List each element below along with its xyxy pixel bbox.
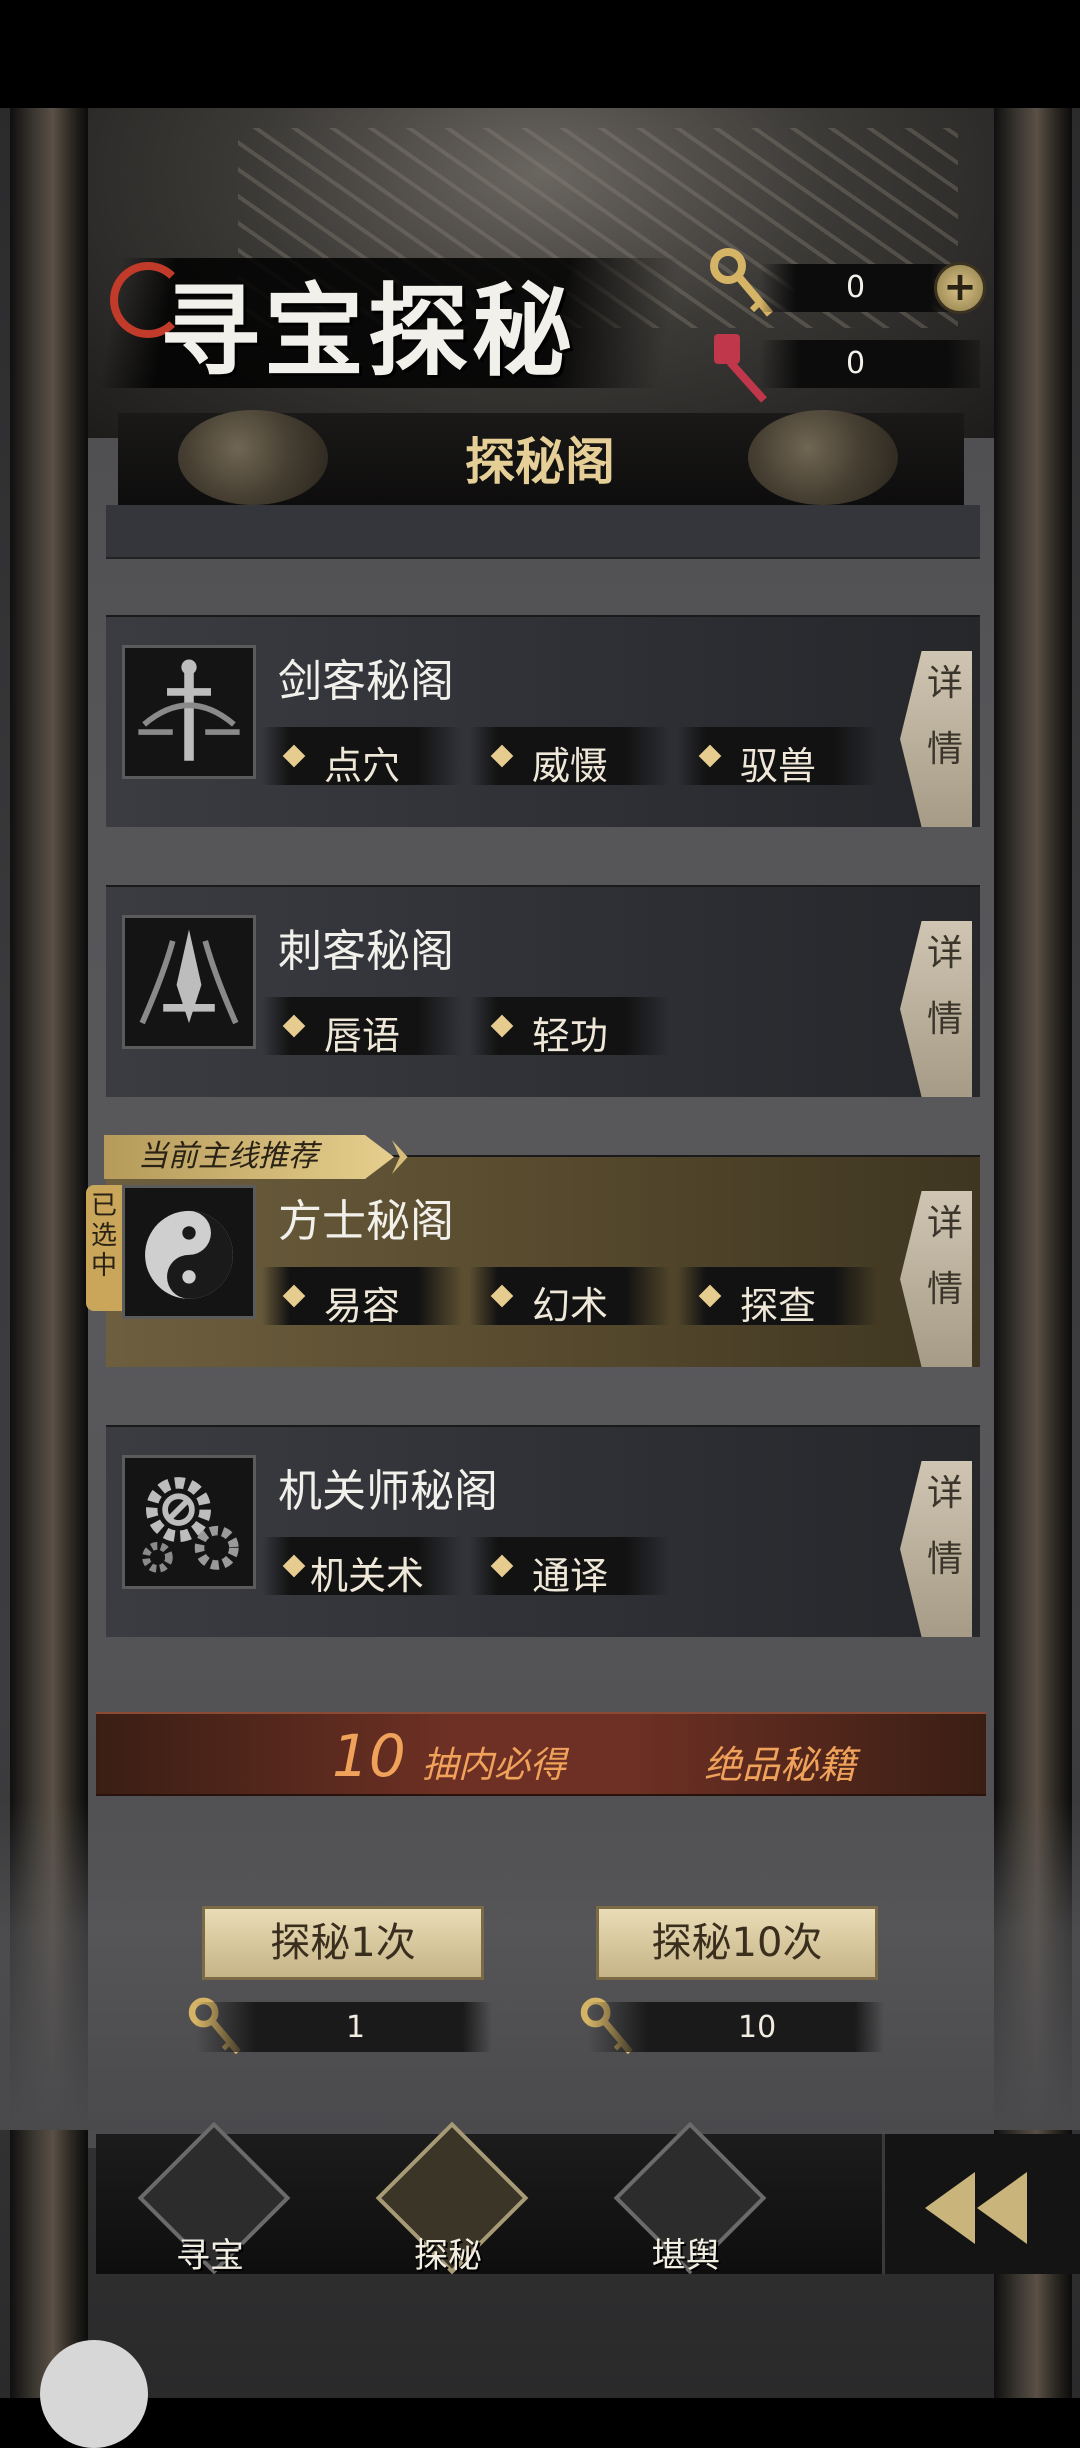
tag-item: 点穴 — [262, 727, 462, 788]
tag-label: 驭兽 — [740, 744, 817, 788]
detail-label-1: 详 — [926, 1473, 963, 1514]
gold-key-count: 0 — [846, 270, 866, 305]
chevron-left-icon — [977, 2172, 1027, 2244]
dagger-emblem-icon — [122, 915, 256, 1049]
tag-item: 驭兽 — [678, 727, 878, 788]
draw-ten-button[interactable]: 探秘10次 — [596, 1906, 878, 1980]
tag-label: 轻功 — [532, 1014, 609, 1058]
tag-item: 威慑 — [470, 727, 670, 788]
tag-label: 机关术 — [310, 1554, 425, 1598]
tag-item: 幻术 — [470, 1267, 670, 1328]
card-title: 刺客秘阁 — [278, 926, 454, 977]
red-key-count: 0 — [846, 346, 866, 381]
mist-background — [0, 1800, 1080, 2130]
yin-yang-icon — [122, 1185, 256, 1319]
tag-label: 点穴 — [324, 744, 401, 788]
add-keys-button[interactable]: + — [934, 262, 986, 314]
tag-label: 威慑 — [532, 744, 609, 788]
red-key-bar — [760, 340, 980, 388]
detail-label-1: 详 — [926, 1203, 963, 1244]
detail-button[interactable]: 详情 — [900, 1461, 972, 1637]
detail-label-2: 情 — [926, 1539, 963, 1580]
tag-item: 探查 — [678, 1267, 878, 1328]
nav-tab-geomancy[interactable]: 堪舆 — [606, 2121, 767, 2286]
diamond-icon — [282, 1554, 306, 1578]
tag-item: 易容 — [262, 1267, 462, 1328]
diamond-icon — [698, 744, 722, 768]
detail-label-1: 详 — [926, 663, 963, 704]
banner-number: 10 — [332, 1722, 406, 1790]
tag-label: 易容 — [324, 1284, 401, 1328]
detail-label-2: 情 — [926, 729, 963, 770]
card-mechanist[interactable]: 机关师秘阁 机关术 通译 详情 — [106, 1425, 980, 1637]
page-title: 寻宝探秘 — [160, 272, 576, 390]
detail-label-2: 情 — [926, 999, 963, 1040]
banner-reward: 绝品秘籍 — [704, 1743, 857, 1787]
card-title: 方士秘阁 — [278, 1196, 454, 1247]
draw-once-cost: 1 — [196, 2002, 492, 2052]
detail-label-2: 情 — [926, 1269, 963, 1310]
draw-ten-cost: 10 — [588, 2002, 884, 2052]
tag-item: 唇语 — [262, 997, 462, 1058]
tag-label: 探查 — [740, 1284, 817, 1328]
tag-label: 通译 — [532, 1554, 609, 1598]
detail-button[interactable]: 详情 — [900, 921, 972, 1097]
nav-label: 寻宝 — [176, 2236, 244, 2276]
nav-label: 探秘 — [414, 2236, 482, 2276]
draw-once-button[interactable]: 探秘1次 — [202, 1906, 484, 1980]
gears-icon — [122, 1455, 256, 1589]
tag-label: 幻术 — [532, 1284, 609, 1328]
diamond-icon — [698, 1284, 722, 1308]
cost-value: 10 — [738, 2010, 777, 2045]
recommend-badge: 当前主线推荐 — [104, 1135, 394, 1179]
section-title: 探秘阁 — [465, 433, 615, 491]
floating-menu-button[interactable] — [40, 2340, 148, 2448]
collapse-button[interactable] — [882, 2134, 1080, 2274]
banner-text: 抽内必得 — [422, 1745, 567, 1786]
detail-button[interactable]: 详情 — [900, 1191, 972, 1367]
tag-item: 机关术 — [262, 1537, 462, 1598]
nav-tab-treasure[interactable]: 寻宝 — [130, 2121, 291, 2286]
selected-badge: 已选中 — [86, 1185, 122, 1311]
diamond-icon — [282, 744, 306, 768]
cost-value: 1 — [346, 2010, 366, 2045]
tag-label: 唇语 — [324, 1014, 401, 1058]
partial-card[interactable] — [106, 505, 980, 559]
diamond-icon — [490, 1554, 514, 1578]
tag-item: 通译 — [470, 1537, 670, 1598]
card-title: 机关师秘阁 — [278, 1466, 498, 1517]
detail-label-1: 详 — [926, 933, 963, 974]
diamond-icon — [490, 1014, 514, 1038]
sword-emblem-icon — [122, 645, 256, 779]
nav-tab-explore[interactable]: 探秘 — [368, 2121, 529, 2286]
diamond-icon — [490, 1284, 514, 1308]
card-title: 剑客秘阁 — [278, 656, 454, 707]
card-assassin[interactable]: 刺客秘阁 唇语 轻功 详情 — [106, 885, 980, 1097]
diamond-icon — [282, 1284, 306, 1308]
diamond-icon — [490, 744, 514, 768]
nav-label: 堪舆 — [652, 2236, 720, 2276]
tag-item: 轻功 — [470, 997, 670, 1058]
detail-button[interactable]: 详情 — [900, 651, 972, 827]
guarantee-banner: 10 抽内必得 绝品秘籍 — [96, 1712, 986, 1796]
diamond-icon — [282, 1014, 306, 1038]
card-swordsman[interactable]: 剑客秘阁 点穴 威慑 驭兽 详情 — [106, 615, 980, 827]
chevron-left-icon — [925, 2172, 975, 2244]
card-fangshi[interactable]: 方士秘阁 易容 幻术 探查 详情 — [106, 1155, 980, 1367]
